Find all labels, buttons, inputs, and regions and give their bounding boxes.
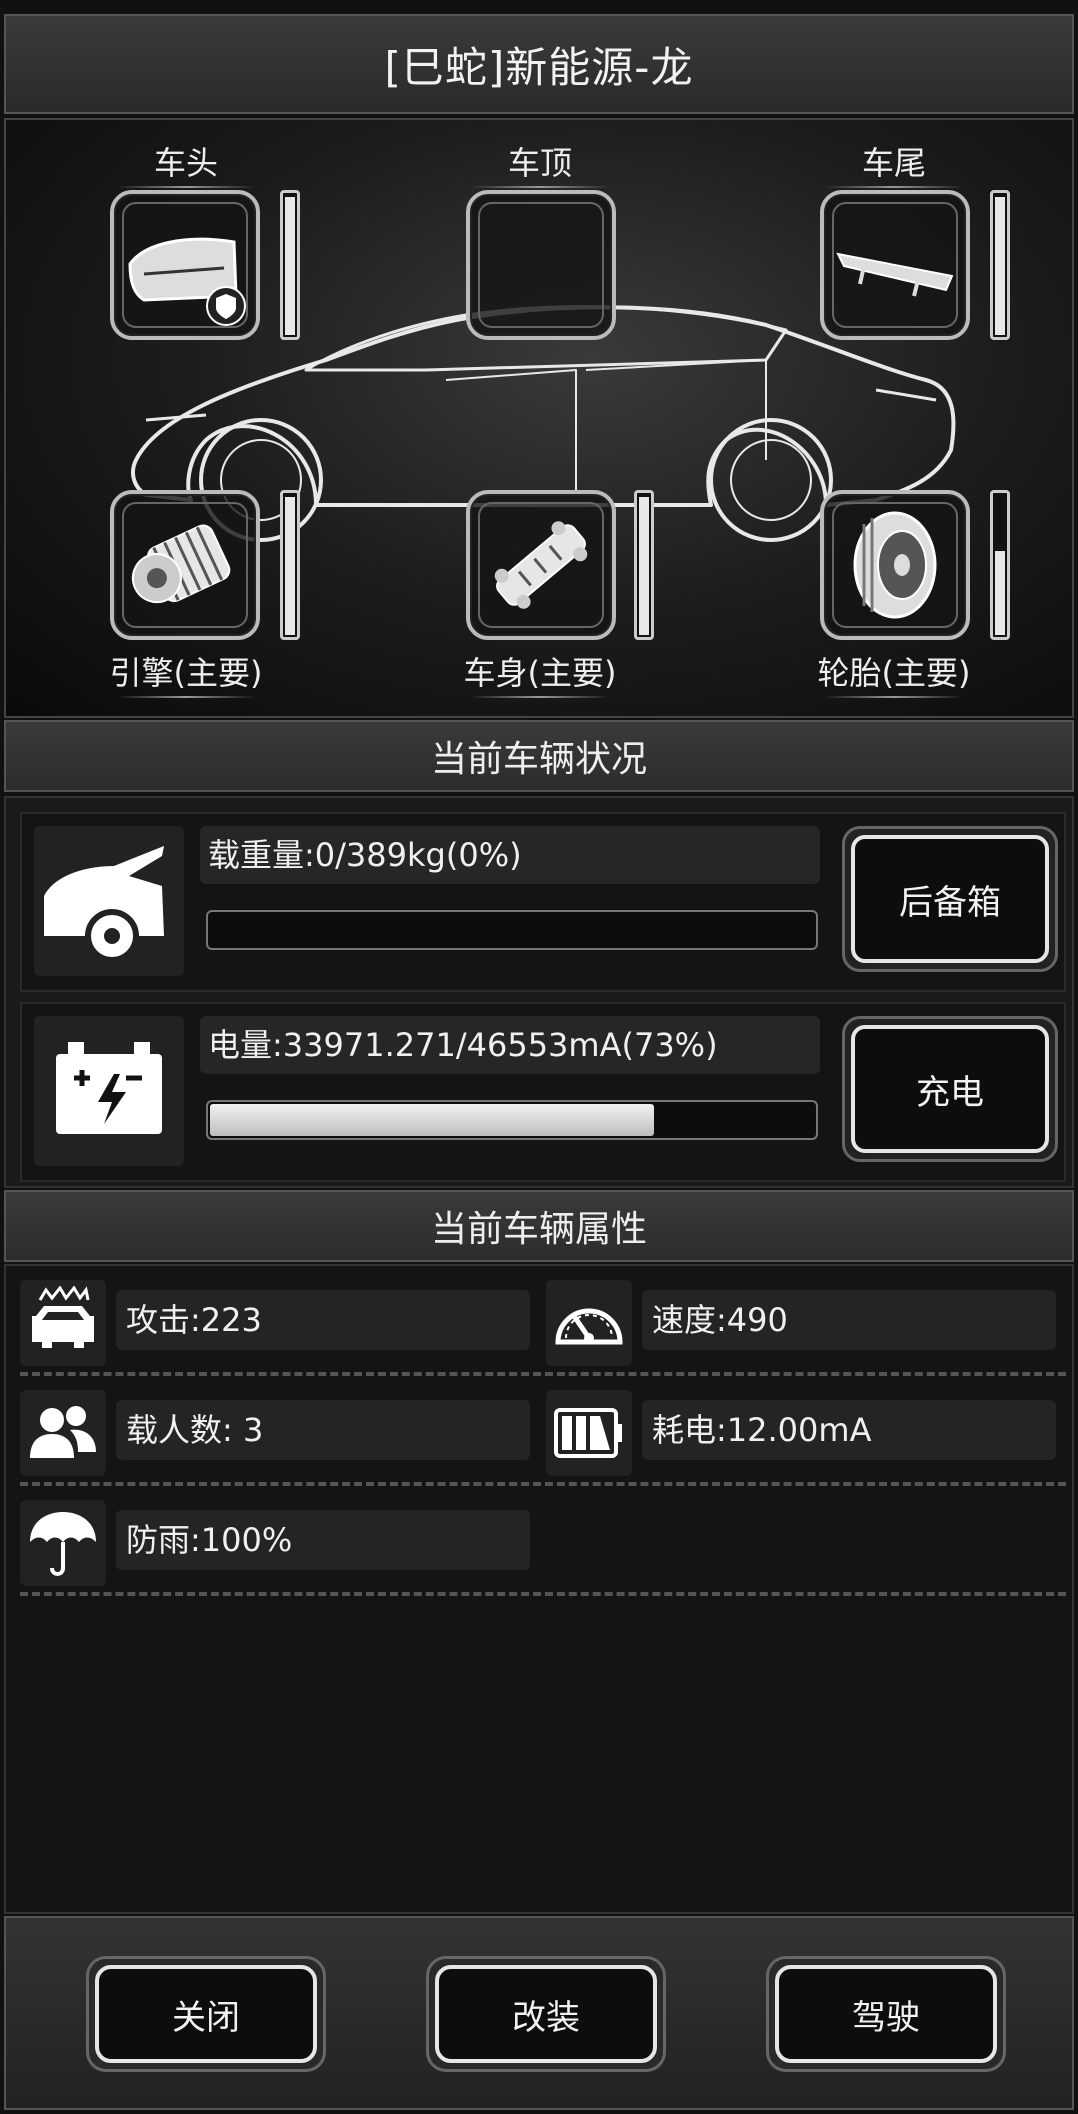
attr-consumption: 耗电:12.00mA: [546, 1386, 1066, 1478]
slot-label-roof: 车顶: [430, 138, 650, 188]
drive-button[interactable]: 驾驶: [766, 1956, 1006, 2072]
slot-body[interactable]: [466, 490, 616, 640]
engine-icon: [131, 524, 231, 604]
battery-icon: [34, 1016, 184, 1166]
chassis-icon: [494, 521, 588, 609]
slot-tire[interactable]: [820, 490, 970, 640]
modify-button[interactable]: 改装: [426, 1956, 666, 2072]
umbrella-icon: [20, 1500, 106, 1586]
shield-icon: [206, 286, 246, 326]
slot-tail[interactable]: [820, 190, 970, 340]
trunk-button[interactable]: 后备箱: [842, 826, 1058, 972]
attr-attack: 攻击:223: [20, 1276, 540, 1368]
spoiler-icon: [836, 252, 954, 297]
slot-roof[interactable]: [466, 190, 616, 340]
charge-button[interactable]: 充电: [842, 1016, 1058, 1162]
trunk-car-icon: [34, 826, 184, 976]
slot-label-engine: 引擎(主要): [76, 648, 296, 698]
gauge-engine: [280, 490, 300, 640]
vehicle-attributes-panel: 攻击:223 速度:490 载人数: 3 耗电:12.00mA 防雨:100%: [4, 1264, 1074, 1914]
load-progress-bar: [206, 910, 818, 950]
battery-level-icon: [546, 1390, 632, 1476]
people-icon: [20, 1390, 106, 1476]
crash-car-icon: [20, 1280, 106, 1366]
load-text: 载重量:0/389kg(0%): [200, 826, 820, 884]
speedometer-icon: [546, 1280, 632, 1366]
load-row: 载重量:0/389kg(0%) 后备箱: [20, 812, 1066, 992]
car-parts-panel: 车头 车顶 车尾 引擎(主要) 车身(主要) 轮胎(主要): [4, 118, 1074, 718]
power-progress-bar: [206, 1100, 818, 1140]
power-row: 电量:33971.271/46553mA(73%) 充电: [20, 1002, 1066, 1182]
gauge-body: [634, 490, 654, 640]
status-section-header: 当前车辆状况: [4, 720, 1074, 792]
attr-rainproof: 防雨:100%: [20, 1496, 540, 1588]
attr-passengers: 载人数: 3: [20, 1386, 540, 1478]
slot-head[interactable]: [110, 190, 260, 340]
title-text: [巳蛇]新能源-龙: [384, 42, 694, 92]
bottom-action-bar: 关闭 改装 驾驶: [4, 1916, 1074, 2110]
tire-icon: [853, 511, 937, 619]
vehicle-status-panel: 载重量:0/389kg(0%) 后备箱 电量:33971.271/46553mA…: [4, 796, 1074, 1188]
slot-engine[interactable]: [110, 490, 260, 640]
window-title: [巳蛇]新能源-龙: [4, 14, 1074, 114]
power-text: 电量:33971.271/46553mA(73%): [200, 1016, 820, 1074]
attributes-section-header: 当前车辆属性: [4, 1190, 1074, 1262]
attr-speed: 速度:490: [546, 1276, 1066, 1368]
slot-label-body: 车身(主要): [430, 648, 650, 698]
slot-label-head: 车头: [76, 138, 296, 188]
close-button[interactable]: 关闭: [86, 1956, 326, 2072]
slot-label-tail: 车尾: [784, 138, 1004, 188]
gauge-tail: [990, 190, 1010, 340]
gauge-head: [280, 190, 300, 340]
slot-label-tire: 轮胎(主要): [784, 648, 1004, 698]
gauge-tire: [990, 490, 1010, 640]
